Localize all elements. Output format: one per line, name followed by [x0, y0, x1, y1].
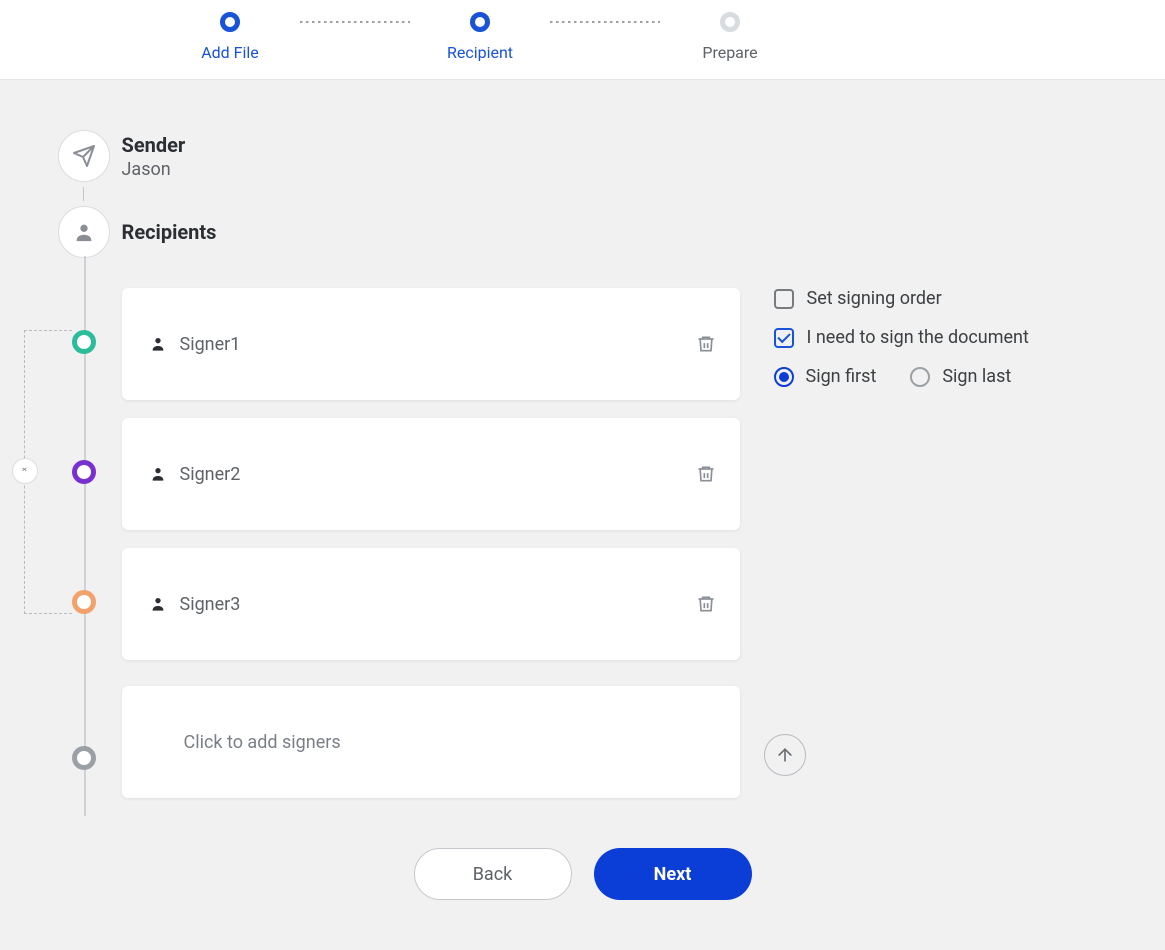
signer-marker-1[interactable]: [72, 330, 96, 354]
order-toggle[interactable]: ⌄ ⌃: [12, 458, 38, 484]
sender-badge: [58, 130, 110, 182]
step-label: Prepare: [702, 43, 757, 62]
step-add-file[interactable]: Add File: [160, 12, 300, 62]
need-to-sign-option[interactable]: I need to sign the document: [774, 327, 1029, 348]
step-connector: [300, 21, 410, 23]
trash-icon: [696, 334, 716, 354]
step-dot-icon: [720, 12, 740, 32]
recipient-badge: [58, 206, 110, 258]
sender-block: Sender Jason: [58, 130, 1108, 182]
chevron-up-icon: ⌃: [20, 471, 28, 477]
plane-icon: [72, 144, 96, 168]
connector-line: [83, 187, 84, 201]
signer-marker-2[interactable]: [72, 460, 96, 484]
button-label: Back: [473, 864, 513, 885]
sender-name: Jason: [122, 159, 186, 180]
delete-signer-button[interactable]: [696, 594, 716, 614]
sender-heading: Sender: [122, 133, 186, 157]
option-label: Set signing order: [807, 288, 942, 309]
checkbox-checked-icon: [774, 328, 794, 348]
arrow-up-icon: [775, 745, 795, 765]
add-signer-card[interactable]: Click to add signers: [122, 686, 740, 798]
radio-selected-icon: [774, 367, 794, 387]
signer-card-1[interactable]: Signer1: [122, 288, 740, 400]
trash-icon: [696, 464, 716, 484]
sign-last-radio[interactable]: Sign last: [910, 366, 1011, 387]
option-label: I need to sign the document: [807, 327, 1029, 348]
step-recipient[interactable]: Recipient: [410, 12, 550, 62]
options-panel: Set signing order I need to sign the doc…: [774, 288, 1029, 405]
recipients-heading: Recipients: [122, 220, 217, 244]
step-label: Add File: [201, 43, 259, 62]
progress-stepper: Add File Recipient Prepare: [0, 0, 1165, 80]
radio-unselected-icon: [910, 367, 930, 387]
user-icon: [150, 336, 166, 352]
add-signer-marker: [72, 746, 96, 770]
signer-name: Signer3: [180, 594, 241, 615]
user-icon: [150, 596, 166, 612]
add-signer-label: Click to add signers: [184, 732, 341, 753]
signer-name: Signer1: [180, 334, 241, 355]
signer-card-3[interactable]: Signer3: [122, 548, 740, 660]
sign-first-radio[interactable]: Sign first: [774, 366, 877, 387]
set-signing-order-option[interactable]: Set signing order: [774, 288, 1029, 309]
next-button[interactable]: Next: [594, 848, 752, 900]
order-count: 3: [0, 462, 1, 482]
user-icon: [73, 221, 95, 243]
signer-marker-3[interactable]: [72, 590, 96, 614]
back-button[interactable]: Back: [414, 848, 572, 900]
step-dot-icon: [470, 12, 490, 32]
delete-signer-button[interactable]: [696, 464, 716, 484]
recipients-block: Recipients: [58, 206, 1108, 258]
wizard-footer: Back Next: [58, 848, 1108, 900]
step-connector: [550, 21, 660, 23]
radio-label: Sign last: [942, 366, 1011, 387]
trash-icon: [696, 594, 716, 614]
scroll-to-top-button[interactable]: [764, 734, 806, 776]
checkbox-unchecked-icon: [774, 289, 794, 309]
signer-name: Signer2: [180, 464, 241, 485]
step-label: Recipient: [447, 43, 513, 62]
button-label: Next: [654, 864, 692, 885]
step-prepare[interactable]: Prepare: [660, 12, 800, 62]
main-canvas: Sender Jason Recipients 3 ⌄ ⌃: [0, 80, 1165, 950]
user-icon: [150, 466, 166, 482]
step-dot-icon: [220, 12, 240, 32]
signer-card-2[interactable]: Signer2: [122, 418, 740, 530]
delete-signer-button[interactable]: [696, 334, 716, 354]
radio-label: Sign first: [806, 366, 877, 387]
